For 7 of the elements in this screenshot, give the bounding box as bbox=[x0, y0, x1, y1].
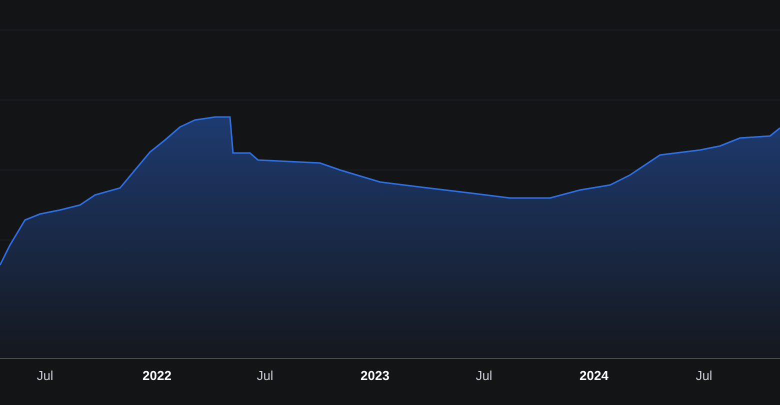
axis-label: 2022 bbox=[142, 368, 172, 383]
axis-label: Jul bbox=[256, 368, 274, 383]
axis-label: 2023 bbox=[360, 368, 390, 383]
axis-label: 2024 bbox=[580, 368, 608, 383]
axis-label: Jul bbox=[696, 368, 712, 383]
axis-label: Jul bbox=[36, 368, 54, 383]
axis-label: Jul bbox=[476, 368, 492, 383]
